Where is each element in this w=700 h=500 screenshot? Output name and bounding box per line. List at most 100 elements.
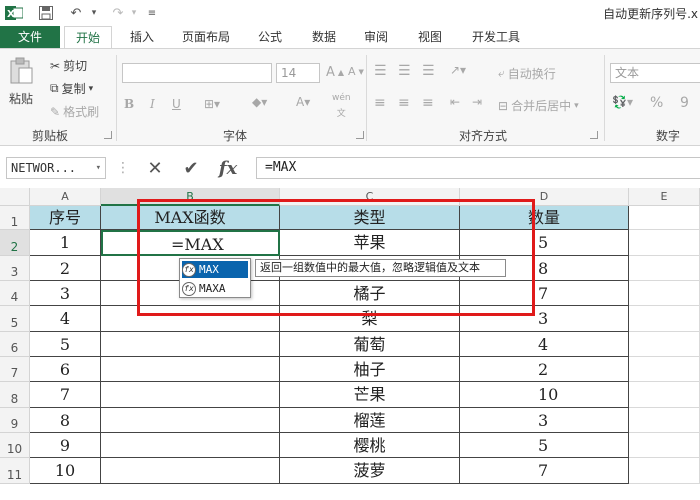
row-header[interactable]: 2 (0, 230, 30, 256)
customize-toolbar-icon[interactable]: ≡ (146, 4, 158, 22)
redo-dropdown-icon[interactable]: ▾ (128, 4, 140, 22)
table-cell[interactable] (101, 433, 280, 458)
tab-page-layout[interactable]: 页面布局 (176, 26, 236, 48)
row-header[interactable]: 9 (0, 408, 30, 433)
paste-button[interactable]: 粘贴 (8, 57, 34, 107)
tab-insert[interactable]: 插入 (124, 26, 160, 48)
column-header-a[interactable]: A (30, 188, 101, 206)
table-cell[interactable]: 5 (460, 433, 629, 458)
table-cell[interactable] (101, 332, 280, 357)
table-cell[interactable]: 6 (30, 357, 101, 382)
tab-home[interactable]: 开始 (64, 26, 112, 49)
row-header[interactable]: 5 (0, 306, 30, 332)
empty-cell[interactable] (629, 281, 700, 306)
name-box-dropdown-icon[interactable]: ▾ (96, 158, 101, 178)
align-middle-icon[interactable]: ☰ (398, 63, 411, 79)
table-cell[interactable]: 4 (30, 306, 101, 332)
table-cell[interactable]: 2 (460, 357, 629, 382)
align-top-icon[interactable]: ☰ (374, 63, 387, 79)
cancel-icon[interactable]: ✕ (140, 158, 170, 179)
tab-developer[interactable]: 开发工具 (466, 26, 526, 48)
table-cell[interactable]: 3 (30, 281, 101, 306)
table-cell[interactable]: 樱桃 (280, 433, 460, 458)
indent-decrease-icon[interactable]: ⇤ (450, 95, 460, 109)
table-cell[interactable]: 菠萝 (280, 458, 460, 484)
borders-button[interactable]: ⊞▾ (204, 97, 220, 111)
tab-formulas[interactable]: 公式 (252, 26, 288, 48)
empty-cell[interactable] (629, 256, 700, 281)
orientation-icon[interactable]: ↗▾ (450, 63, 466, 77)
merge-center-button[interactable]: ⊟ 合并后居中 ▾ (498, 97, 579, 114)
clipboard-launcher-icon[interactable] (104, 131, 112, 139)
alignment-launcher-icon[interactable] (590, 131, 598, 139)
shrink-font-button[interactable]: A ▼ (348, 65, 364, 78)
currency-button[interactable]: 💱▾ (612, 95, 633, 109)
cut-button[interactable]: ✂ 剪切 (50, 57, 87, 74)
copy-button[interactable]: ⧉ 复制 ▾ (50, 80, 93, 97)
table-cell[interactable]: 柚子 (280, 357, 460, 382)
table-cell[interactable]: 8 (30, 408, 101, 433)
tab-view[interactable]: 视图 (412, 26, 448, 48)
row-header[interactable]: 6 (0, 332, 30, 357)
tab-file[interactable]: 文件 (0, 26, 60, 48)
grow-font-button[interactable]: A ▲ (326, 65, 344, 80)
font-size-select[interactable]: 14 (276, 63, 320, 83)
row-header[interactable]: 3 (0, 256, 30, 281)
align-bottom-icon[interactable]: ☰ (422, 63, 435, 79)
row-header[interactable]: 1 (0, 206, 30, 230)
table-cell[interactable] (101, 408, 280, 433)
percent-button[interactable]: % (650, 95, 663, 111)
align-center-icon[interactable]: ≡ (398, 95, 410, 111)
table-cell[interactable]: 7 (30, 382, 101, 408)
row-header[interactable]: 8 (0, 382, 30, 408)
comma-button[interactable]: 9 (680, 95, 689, 111)
undo-dropdown-icon[interactable]: ▾ (88, 4, 100, 22)
font-color-button[interactable]: A▾ (296, 95, 310, 109)
formula-input[interactable]: =MAX (256, 157, 700, 179)
table-cell[interactable]: 葡萄 (280, 332, 460, 357)
table-cell[interactable]: 10 (460, 382, 629, 408)
table-header-cell[interactable]: 序号 (30, 206, 101, 230)
bold-button[interactable]: B (124, 97, 134, 111)
select-all-corner[interactable] (0, 188, 30, 206)
undo-icon[interactable]: ↶ (66, 4, 86, 22)
number-format-select[interactable]: 文本 (610, 63, 700, 83)
table-cell[interactable]: 3 (460, 408, 629, 433)
table-cell[interactable]: 9 (30, 433, 101, 458)
tab-review[interactable]: 审阅 (358, 26, 394, 48)
row-header[interactable]: 4 (0, 281, 30, 306)
table-cell[interactable]: 4 (460, 332, 629, 357)
table-cell[interactable] (101, 382, 280, 408)
empty-cell[interactable] (629, 206, 700, 230)
name-box[interactable]: NETWOR... ▾ (6, 157, 106, 179)
empty-cell[interactable] (629, 306, 700, 332)
italic-button[interactable]: I (150, 97, 155, 111)
row-header[interactable]: 11 (0, 458, 30, 484)
align-left-icon[interactable]: ≡ (374, 95, 386, 111)
empty-cell[interactable] (629, 433, 700, 458)
enter-icon[interactable]: ✔ (176, 158, 206, 179)
table-cell[interactable]: 2 (30, 256, 101, 281)
wrap-text-button[interactable]: ⤶ 自动换行 (498, 65, 556, 82)
table-cell[interactable]: 10 (30, 458, 101, 484)
format-painter-button[interactable]: ✎ 格式刷 (50, 103, 99, 120)
redo-icon[interactable]: ↷ (108, 4, 128, 22)
table-cell[interactable]: 芒果 (280, 382, 460, 408)
save-icon[interactable] (36, 4, 56, 22)
table-cell[interactable] (101, 357, 280, 382)
phonetic-button[interactable]: wén 文 (332, 93, 351, 119)
align-right-icon[interactable]: ≡ (422, 95, 434, 111)
empty-cell[interactable] (629, 458, 700, 484)
table-cell[interactable]: 5 (30, 332, 101, 357)
fill-color-button[interactable]: ◆▾ (252, 95, 267, 109)
tab-data[interactable]: 数据 (306, 26, 342, 48)
underline-button[interactable]: U (172, 97, 181, 111)
empty-cell[interactable] (629, 382, 700, 408)
font-launcher-icon[interactable] (356, 131, 364, 139)
empty-cell[interactable] (629, 332, 700, 357)
table-cell[interactable]: 7 (460, 458, 629, 484)
column-header-e[interactable]: E (629, 188, 700, 206)
table-cell[interactable]: 1 (30, 230, 101, 256)
table-cell[interactable] (101, 458, 280, 484)
row-header[interactable]: 7 (0, 357, 30, 382)
